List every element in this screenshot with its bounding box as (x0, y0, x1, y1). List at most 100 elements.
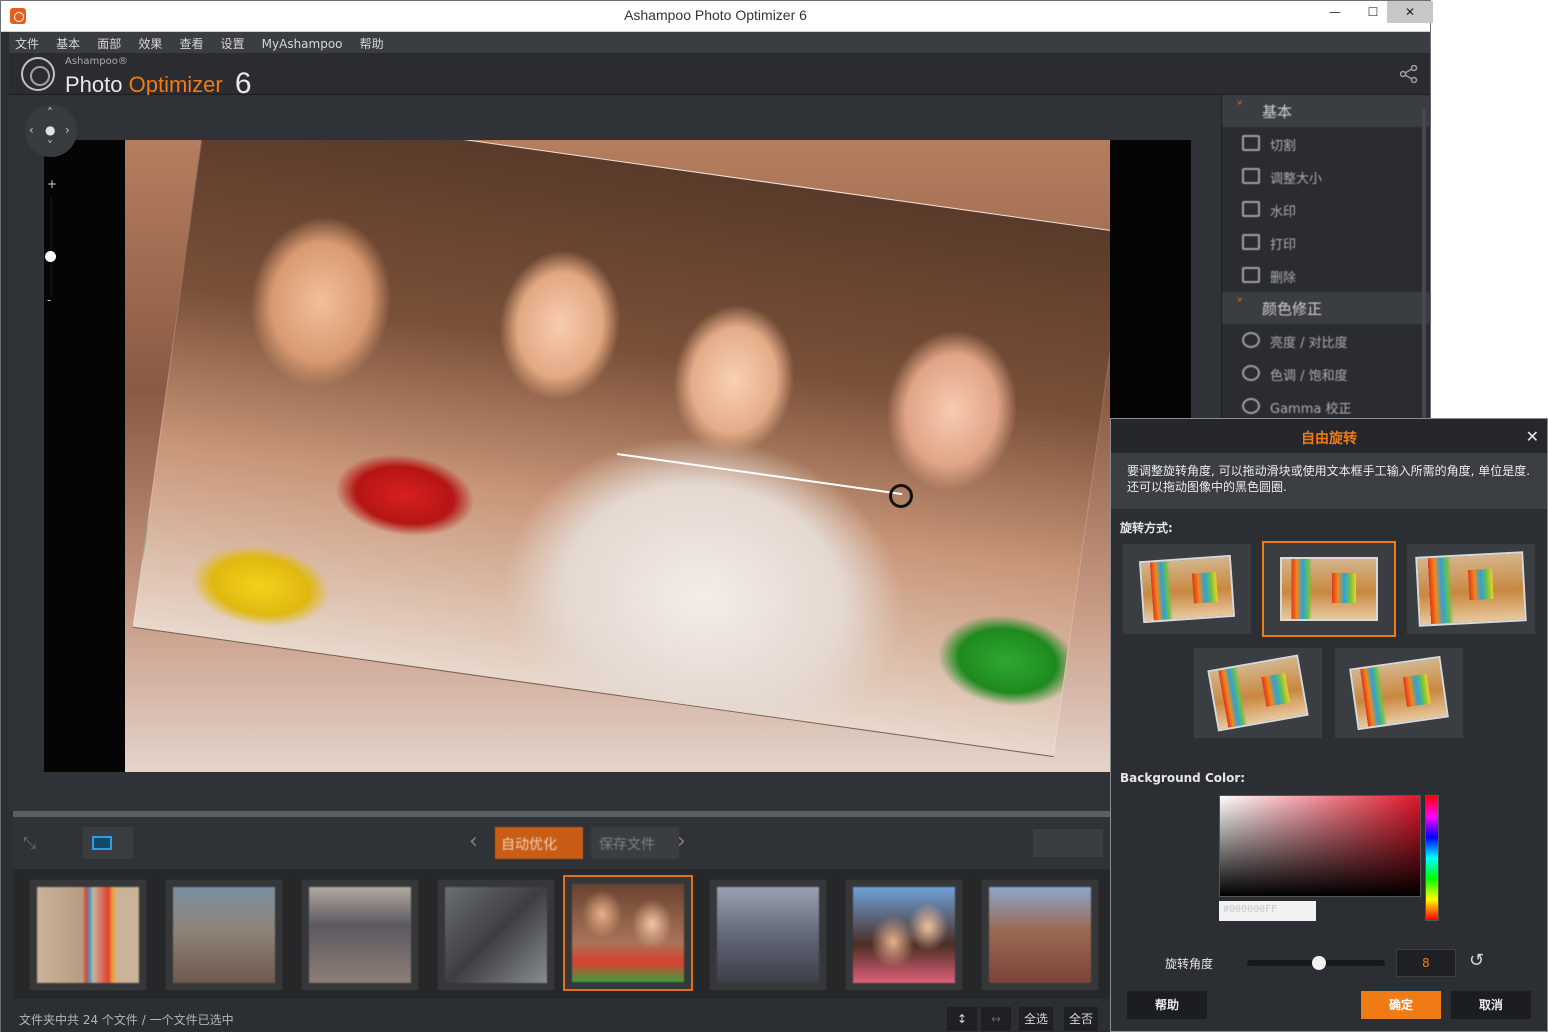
menu-myashampoo[interactable]: MyAshampoo (256, 34, 349, 51)
dialog-close-icon[interactable]: ✕ (1526, 427, 1539, 446)
tool-brightness-label: 亮度 / 对比度 (1270, 336, 1348, 351)
zoom-out-icon[interactable]: - (47, 293, 51, 307)
save-file-button[interactable]: 保存文件 (591, 827, 679, 859)
next-arrow-icon[interactable]: › (677, 829, 686, 854)
maximize-button[interactable]: ☐ (1359, 1, 1387, 23)
share-icon[interactable] (1400, 65, 1418, 83)
pan-center-icon[interactable]: ● (45, 123, 55, 137)
thumbnail-image (37, 887, 139, 983)
thumbnail-6[interactable] (709, 879, 827, 991)
filmstrip (13, 869, 1113, 999)
auto-optimize-button[interactable]: 自动优化 (495, 827, 583, 859)
watermark-icon (1242, 201, 1260, 217)
compare-toggle-button[interactable] (83, 827, 133, 859)
rotation-angle-input[interactable]: 8 (1396, 949, 1456, 977)
selection-tools[interactable] (1033, 829, 1103, 857)
thumbnail-image (572, 884, 684, 982)
desktop-background (1431, 0, 1548, 418)
tool-print-label: 打印 (1270, 238, 1297, 253)
rotation-mode-4[interactable] (1193, 647, 1323, 739)
trash-icon (1242, 267, 1260, 283)
tool-crop[interactable]: 切割 (1222, 127, 1430, 160)
menu-view[interactable]: 查看 (173, 32, 209, 52)
tool-resize[interactable]: 调整大小 (1222, 160, 1430, 193)
rotated-photo[interactable] (125, 140, 1110, 772)
image-canvas[interactable]: ˄ ‹ › ˅ ● + - (9, 95, 1221, 811)
thumbnail-4[interactable] (437, 879, 555, 991)
hue-slider[interactable] (1425, 795, 1439, 921)
pan-left-icon[interactable]: ‹ (29, 123, 34, 137)
dialog-title: 自由旋转 (1111, 419, 1547, 453)
help-button[interactable]: 帮助 (1127, 991, 1207, 1019)
rotation-mode-label: 旋转方式: (1120, 521, 1173, 535)
pan-down-icon[interactable]: ˅ (47, 139, 53, 153)
thumbnail-5-selected[interactable] (563, 875, 693, 991)
title-bar: Ashampoo Photo Optimizer 6 — ☐ ✕ (1, 1, 1433, 32)
rotation-angle-slider[interactable] (1247, 956, 1385, 970)
vertical-flip-icon[interactable]: ↕ (947, 1007, 977, 1031)
tool-gamma-label: Gamma 校正 (1270, 402, 1352, 417)
thumbnail-image (853, 887, 955, 983)
section-color-correction[interactable]: 颜色修正 (1222, 292, 1430, 324)
color-picker-field[interactable] (1219, 795, 1421, 897)
select-none-button[interactable]: 全否 (1064, 1007, 1098, 1031)
reset-rotation-icon[interactable]: ↺ (1469, 950, 1484, 971)
pan-right-icon[interactable]: › (65, 123, 70, 137)
tool-hue-label: 色调 / 饱和度 (1270, 369, 1348, 384)
thumbnail-image (445, 887, 547, 983)
select-all-button[interactable]: 全选 (1019, 1007, 1053, 1031)
thumbnail-1[interactable] (29, 879, 147, 991)
tool-delete[interactable]: 删除 (1222, 259, 1430, 292)
tool-delete-label: 删除 (1270, 271, 1297, 286)
rotation-mode-5[interactable] (1334, 647, 1464, 739)
minimize-button[interactable]: — (1321, 1, 1349, 23)
thumbnail-2[interactable] (165, 879, 283, 991)
mode-preview-image (1138, 554, 1236, 624)
app-header: Ashampoo® Photo Optimizer 6 (9, 53, 1430, 100)
free-rotate-dialog: 自由旋转 ✕ 要调整旋转角度, 可以拖动滑块或使用文本框手工输入所需的角度, 单… (1110, 418, 1548, 1032)
thumbnail-3[interactable] (301, 879, 419, 991)
tool-hue-saturation[interactable]: 色调 / 饱和度 (1222, 357, 1430, 390)
rotation-angle-knob[interactable] (1311, 956, 1326, 970)
mode-preview-image (1280, 557, 1378, 621)
collapse-icon[interactable]: ⤡ (23, 833, 36, 853)
menu-face[interactable]: 面部 (91, 32, 127, 52)
zoom-knob[interactable] (45, 251, 56, 262)
close-button[interactable]: ✕ (1387, 1, 1433, 23)
pan-navigation-pad[interactable]: ˄ ‹ › ˅ ● (25, 105, 77, 157)
pan-up-icon[interactable]: ˄ (47, 106, 53, 120)
zoom-in-icon[interactable]: + (47, 177, 57, 191)
hex-color-input[interactable]: #000000FF (1219, 901, 1316, 921)
tool-brightness-contrast[interactable]: 亮度 / 对比度 (1222, 324, 1430, 357)
rotation-mode-3[interactable] (1406, 543, 1536, 635)
thumbnail-7[interactable] (845, 879, 963, 991)
mode-preview-image (1349, 655, 1449, 731)
status-text: 文件夹中共 24 个文件 / 一个文件已选中 (19, 1013, 234, 1027)
horizontal-flip-icon[interactable]: ↔ (981, 1007, 1011, 1031)
ok-button[interactable]: 确定 (1361, 991, 1441, 1019)
zoom-slider[interactable]: + - (43, 177, 59, 307)
menu-settings[interactable]: 设置 (215, 32, 251, 52)
gamma-icon (1242, 398, 1260, 414)
menu-file[interactable]: 文件 (9, 32, 45, 52)
menu-basic[interactable]: 基本 (50, 32, 86, 52)
tool-print[interactable]: 打印 (1222, 226, 1430, 259)
tools-scrollbar[interactable] (1422, 109, 1426, 419)
mode-preview-image (1207, 654, 1309, 732)
cancel-button[interactable]: 取消 (1451, 991, 1531, 1019)
prev-arrow-icon[interactable]: ‹ (469, 829, 478, 854)
menu-effects[interactable]: 效果 (132, 32, 168, 52)
thumbnail-image (173, 887, 275, 983)
section-basic[interactable]: 基本 (1222, 95, 1430, 127)
menu-help[interactable]: 帮助 (354, 32, 390, 52)
zoom-track[interactable] (50, 197, 52, 297)
dialog-instructions: 要调整旋转角度, 可以拖动滑块或使用文本框手工输入所需的角度, 单位是度. 还可… (1111, 453, 1547, 509)
tool-watermark[interactable]: 水印 (1222, 193, 1430, 226)
rotation-mode-1[interactable] (1122, 543, 1252, 635)
thumbnail-8[interactable] (981, 879, 1099, 991)
printer-icon (1242, 234, 1260, 250)
mode-preview-image (1415, 551, 1527, 627)
rotation-mode-2[interactable] (1262, 541, 1396, 637)
rotation-handle[interactable] (889, 484, 913, 508)
rotation-angle-label: 旋转角度 (1165, 957, 1214, 971)
